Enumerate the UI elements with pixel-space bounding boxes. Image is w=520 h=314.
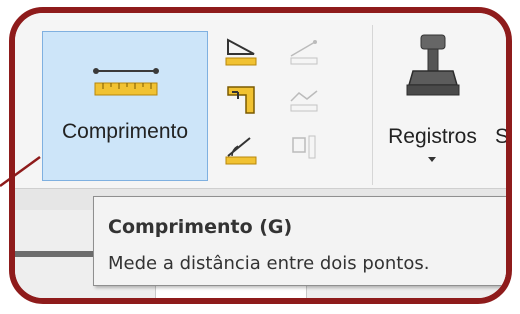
path-measure-button[interactable] (285, 81, 323, 119)
comprimento-label: Comprimento (61, 120, 189, 143)
comprimento-button[interactable]: Comprimento (42, 31, 208, 181)
highlight-frame: Comprimento Registros S Comprimento (G) … (9, 7, 512, 304)
protractor-button[interactable] (222, 130, 260, 168)
ruler-length-icon (93, 68, 159, 96)
stamp-icon (406, 34, 460, 96)
tooltip-description: Mede a distância entre dois pontos. (108, 253, 430, 274)
registros-button[interactable]: Registros (375, 27, 490, 185)
object-measure-button[interactable] (285, 130, 323, 168)
path-measure-disabled-icon (290, 90, 318, 112)
registros-label: Registros (388, 125, 477, 148)
line-measure-button[interactable] (285, 33, 323, 71)
corner-measure-icon (227, 86, 255, 114)
object-measure-disabled-icon (292, 135, 316, 159)
ribbon-separator (372, 25, 373, 185)
line-measure-disabled-icon (290, 40, 318, 65)
angle-measure-button[interactable] (222, 33, 260, 71)
tooltip: Comprimento (G) Mede a distância entre d… (93, 196, 506, 286)
ribbon-panel: Comprimento Registros S (15, 13, 506, 188)
chevron-down-icon (428, 157, 436, 162)
corner-measure-button[interactable] (222, 81, 260, 119)
angle-measure-icon (225, 38, 257, 66)
protractor-icon (225, 137, 257, 165)
tooltip-title: Comprimento (G) (108, 216, 293, 238)
truncated-button-label: S (495, 125, 510, 148)
